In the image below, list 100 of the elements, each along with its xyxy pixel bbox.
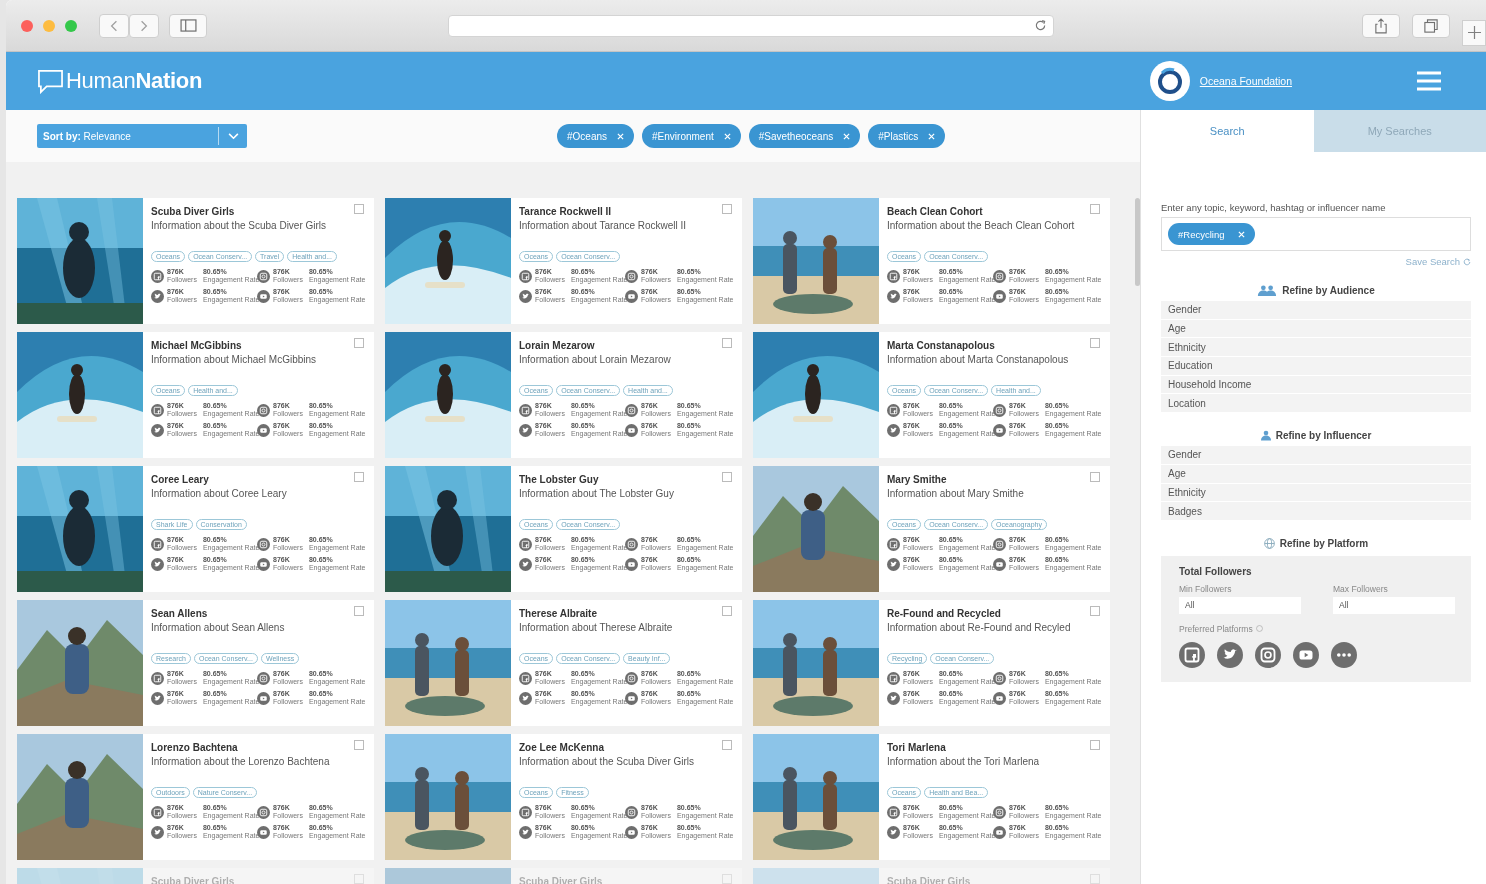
facebook-icon[interactable] — [1179, 641, 1205, 668]
select-checkbox[interactable] — [722, 204, 732, 214]
facebook-icon — [887, 403, 900, 417]
select-checkbox[interactable] — [1090, 740, 1100, 750]
select-checkbox[interactable] — [1090, 606, 1100, 616]
select-checkbox[interactable] — [354, 606, 364, 616]
refine-option[interactable]: Gender — [1161, 446, 1471, 464]
influencer-card[interactable] — [17, 734, 374, 860]
scrollbar[interactable] — [1135, 198, 1140, 286]
youtube-icon — [257, 423, 270, 437]
save-search-link[interactable]: Save Search — [1405, 256, 1471, 267]
refine-option[interactable]: Ethnicity — [1161, 483, 1471, 502]
youtube-icon[interactable] — [1293, 641, 1319, 668]
refine-option[interactable]: Age — [1161, 319, 1471, 338]
chevron-down-icon — [228, 132, 239, 140]
organization-link[interactable]: Oceana Foundation — [1199, 75, 1292, 87]
influencer-description: Information about Coree Leary — [151, 488, 287, 499]
youtube-icon — [625, 691, 638, 705]
search-field[interactable]: #Recycling — [1161, 217, 1471, 251]
filter-chip[interactable]: #Oceans — [557, 124, 635, 148]
globe-icon — [1263, 537, 1275, 549]
forward-button[interactable] — [129, 13, 159, 38]
section-title: Refine by Audience — [1282, 285, 1375, 296]
refine-option[interactable]: Location — [1161, 394, 1471, 413]
new-tab-button[interactable] — [1462, 19, 1486, 46]
influencer-name: Michael McGibbins — [151, 340, 242, 351]
refine-option[interactable]: Gender — [1161, 301, 1471, 319]
close-icon[interactable] — [928, 132, 936, 140]
select-checkbox[interactable] — [354, 472, 364, 482]
zoom-window-button[interactable] — [65, 19, 77, 32]
sort-dropdown[interactable]: Sort by: Relevance — [37, 124, 247, 148]
refine-option[interactable]: Education — [1161, 357, 1471, 375]
twitter-icon[interactable] — [1217, 641, 1243, 668]
filter-chip[interactable]: #Savetheoceans — [748, 124, 861, 148]
refine-option[interactable]: Household Income — [1161, 375, 1471, 394]
field-label: Preferred Platforms — [1179, 623, 1253, 634]
refine-option[interactable]: Age — [1161, 464, 1471, 483]
select-checkbox[interactable] — [1090, 338, 1100, 348]
refine-option[interactable]: Badges — [1161, 502, 1471, 520]
influencer-card[interactable] — [753, 734, 1110, 860]
select-checkbox[interactable] — [354, 204, 364, 214]
more-icon[interactable] — [1331, 641, 1357, 668]
app-logo[interactable]: HumanNation — [66, 68, 203, 94]
reload-icon[interactable] — [1034, 19, 1047, 32]
tabs-button[interactable] — [1412, 13, 1450, 38]
chevron-left-icon — [110, 19, 118, 32]
select-checkbox[interactable] — [354, 740, 364, 750]
back-button[interactable] — [99, 13, 129, 38]
influencer-card[interactable] — [385, 734, 742, 860]
select-checkbox[interactable] — [1090, 204, 1100, 214]
twitter-icon — [519, 557, 532, 571]
select-checkbox[interactable] — [1090, 472, 1100, 482]
instagram-icon — [257, 671, 270, 685]
refresh-icon — [1463, 257, 1471, 266]
max-followers-field[interactable]: All — [1333, 596, 1455, 614]
close-icon[interactable] — [723, 132, 731, 140]
youtube-icon — [993, 691, 1006, 705]
organization-logo[interactable] — [1149, 61, 1190, 101]
close-icon[interactable] — [617, 132, 625, 140]
instagram-icon — [625, 269, 638, 283]
select-checkbox[interactable] — [722, 606, 732, 616]
refine-option[interactable]: Ethnicity — [1161, 338, 1471, 357]
youtube-icon — [257, 289, 270, 303]
influencer-name: Beach Clean Cohort — [887, 206, 983, 217]
facebook-icon — [887, 537, 900, 551]
search-tag[interactable]: #Recycling — [1168, 223, 1256, 245]
influencer-card[interactable] — [753, 600, 1110, 726]
sidebar-tab[interactable]: My Searches — [1313, 110, 1486, 152]
influencer-card[interactable] — [753, 198, 1110, 324]
filter-chip[interactable]: #Environment — [642, 124, 741, 148]
share-icon — [1375, 17, 1387, 34]
instagram-icon[interactable] — [1255, 641, 1281, 668]
select-checkbox[interactable] — [722, 472, 732, 482]
close-icon[interactable] — [1238, 230, 1246, 238]
min-followers-field[interactable]: All — [1179, 596, 1301, 614]
select-checkbox[interactable] — [722, 740, 732, 750]
instagram-icon — [993, 537, 1006, 551]
share-button[interactable] — [1362, 13, 1400, 38]
influencer-card[interactable] — [17, 198, 374, 324]
filter-chip[interactable]: #Plastics — [868, 124, 946, 148]
influencer-card[interactable] — [385, 600, 742, 726]
influencer-card[interactable] — [753, 466, 1110, 592]
menu-icon[interactable] — [1417, 71, 1441, 91]
influencer-card[interactable] — [17, 466, 374, 592]
facebook-icon — [887, 269, 900, 283]
influencer-description: Information about Therese Albraite — [519, 622, 673, 633]
influencer-name: The Lobster Guy — [519, 474, 599, 485]
twitter-icon — [519, 825, 532, 839]
influencer-card[interactable] — [17, 600, 374, 726]
instagram-icon — [257, 805, 270, 819]
instagram-icon — [625, 805, 638, 819]
close-icon[interactable] — [843, 132, 851, 140]
section-title: Refine by Influencer — [1275, 430, 1372, 442]
select-checkbox[interactable] — [722, 338, 732, 348]
influencer-card[interactable] — [385, 466, 742, 592]
influencer-description: Information about the Lorenzo Bachtena — [151, 756, 330, 767]
sidebar-icon — [179, 19, 197, 32]
close-window-button[interactable] — [21, 19, 33, 32]
select-checkbox[interactable] — [354, 338, 364, 348]
sidebar-toggle-button[interactable] — [169, 13, 207, 38]
